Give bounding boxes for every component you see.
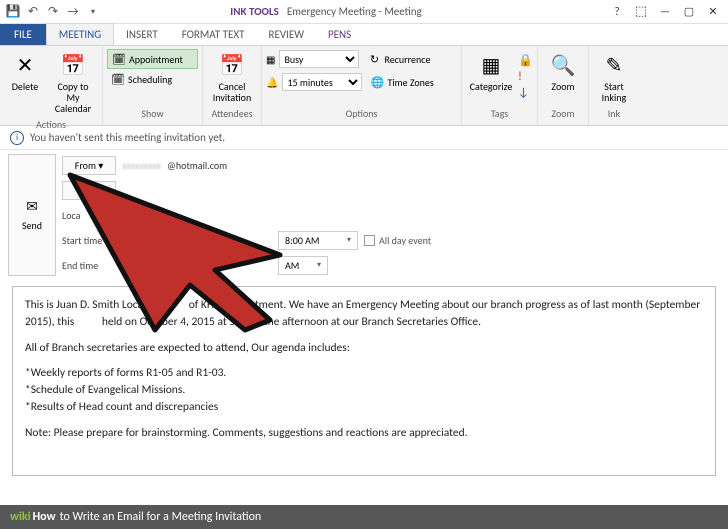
options-group: ▦ Busy ↻Recurrence 🔔 15 minutes 🌐Time Zo… (262, 46, 462, 125)
start-inking-button[interactable]: ✎ Start Inking (593, 49, 635, 105)
attendees-group-label: Attendees (207, 105, 257, 122)
minimize-icon[interactable]: — (654, 1, 676, 23)
time-zones-button[interactable]: 🌐Time Zones (366, 72, 437, 92)
ribbon: ✕ Delete 📅 Copy to My Calendar Actions 🗓… (0, 46, 728, 126)
end-time-label: End time (62, 259, 116, 272)
appointment-button[interactable]: 🗓 Appointment (107, 49, 198, 69)
private-icon[interactable]: 🔒 (518, 53, 533, 68)
forward-icon[interactable]: → (64, 3, 82, 21)
globe-icon: 🌐 (370, 75, 384, 89)
scheduling-icon: 🗓 (111, 72, 125, 86)
show-group-label: Show (107, 105, 198, 122)
from-button[interactable]: From ▾ (62, 156, 116, 175)
document-title: Emergency Meeting - Meeting (287, 5, 422, 18)
cancel-icon: 📅 (218, 51, 246, 79)
ink-group-label: Ink (593, 105, 635, 122)
to-button[interactable]: . (62, 181, 116, 200)
tags-group-label: Tags (466, 105, 533, 122)
qat-more-icon[interactable]: ▾ (84, 3, 102, 21)
file-tab[interactable]: FILE (0, 24, 46, 45)
recurrence-icon: ↻ (367, 52, 381, 66)
scheduling-button[interactable]: 🗓 Scheduling (107, 69, 198, 89)
pens-tab[interactable]: PENS (316, 24, 363, 45)
actions-group: ✕ Delete 📅 Copy to My Calendar Actions (0, 46, 103, 125)
location-label: Loca (62, 209, 116, 222)
start-time-label: Start time (62, 234, 116, 247)
window-title: INK TOOLS Emergency Meeting - Meeting (106, 5, 546, 18)
from-value: xxxxxxxxx (122, 159, 161, 172)
zoom-group-label: Zoom (542, 105, 584, 122)
ink-tools-label: INK TOOLS (230, 5, 279, 18)
categorize-button[interactable]: ▦ Categorize (466, 49, 516, 94)
wikihow-caption: wikiHow to Write an Email for a Meeting … (0, 505, 728, 529)
body-paragraph: *Weekly reports of forms R1-05 and R1-03… (25, 365, 703, 417)
attendees-group: 📅 Cancel Invitation Attendees (203, 46, 262, 125)
title-bar: 💾 ↶ ↷ → ▾ INK TOOLS Emergency Meeting - … (0, 0, 728, 24)
info-bar: i You haven't sent this meeting invitati… (0, 126, 728, 150)
ink-group: ✎ Start Inking Ink (589, 46, 639, 125)
close-icon[interactable]: ✕ (702, 1, 724, 23)
checkbox-icon (364, 235, 375, 246)
calendar-copy-icon: 📅 (59, 51, 87, 79)
caption-text: to Write an Email for a Meeting Invitati… (60, 510, 262, 524)
reminder-icon: 🔔 (266, 76, 278, 89)
maximize-icon[interactable]: ▢ (678, 1, 700, 23)
info-text: You haven't sent this meeting invitation… (30, 131, 225, 144)
body-paragraph: This is Juan D. Smith Local Sexxxxxxof K… (25, 297, 703, 332)
send-icon: ✉ (26, 198, 38, 215)
start-time-select[interactable]: 8:00 AM (278, 231, 358, 250)
insert-tab[interactable]: INSERT (114, 24, 170, 45)
delete-button[interactable]: ✕ Delete (4, 49, 46, 94)
low-importance-icon[interactable]: ↓ (518, 86, 533, 100)
show-as-icon: ▦ (266, 53, 275, 66)
copy-to-calendar-button[interactable]: 📅 Copy to My Calendar (48, 49, 98, 116)
wiki-logo-text: wiki (10, 510, 31, 524)
undo-icon[interactable]: ↶ (24, 3, 42, 21)
ribbon-display-icon[interactable]: ⬚ (630, 1, 652, 23)
meeting-tab[interactable]: MEETING (46, 23, 114, 45)
body-paragraph: Note: Please prepare for brainstorming. … (25, 425, 703, 442)
delete-icon: ✕ (11, 51, 39, 79)
review-tab[interactable]: REVIEW (256, 24, 316, 45)
ribbon-tabs: FILE MEETING INSERT FORMAT TEXT REVIEW P… (0, 24, 728, 46)
pen-icon: ✎ (600, 51, 628, 79)
appointment-icon: 🗓 (112, 52, 126, 66)
end-time-select[interactable]: AM (278, 256, 328, 275)
zoom-icon: 🔍 (549, 51, 577, 79)
recurrence-button[interactable]: ↻Recurrence (363, 49, 434, 69)
tags-group: ▦ Categorize 🔒 ! ↓ Tags (462, 46, 538, 125)
save-icon[interactable]: 💾 (4, 3, 22, 21)
options-group-label: Options (266, 105, 457, 122)
zoom-button[interactable]: 🔍 Zoom (542, 49, 584, 94)
send-button[interactable]: ✉ Send (8, 154, 56, 276)
help-icon[interactable]: ? (606, 1, 628, 23)
compose-header: ✉ Send From ▾ xxxxxxxxx@hotmail.com . Lo… (0, 150, 728, 280)
info-icon: i (10, 131, 24, 145)
cancel-invitation-button[interactable]: 📅 Cancel Invitation (207, 49, 257, 105)
message-body[interactable]: This is Juan D. Smith Local Sexxxxxxof K… (12, 286, 716, 476)
reminder-select[interactable]: 15 minutes (282, 73, 362, 91)
high-importance-icon[interactable]: ! (518, 70, 533, 84)
zoom-group: 🔍 Zoom Zoom (538, 46, 589, 125)
show-group: 🗓 Appointment 🗓 Scheduling Show (103, 46, 203, 125)
body-paragraph: All of Branch secretaries are expected t… (25, 340, 703, 357)
window-controls: ? ⬚ — ▢ ✕ (606, 1, 728, 23)
format-text-tab[interactable]: FORMAT TEXT (170, 24, 257, 45)
quick-access-toolbar: 💾 ↶ ↷ → ▾ (0, 3, 106, 21)
redo-icon[interactable]: ↷ (44, 3, 62, 21)
how-logo-text: How (33, 510, 56, 524)
all-day-checkbox[interactable]: All day event (364, 234, 431, 247)
categorize-icon: ▦ (477, 51, 505, 79)
show-as-select[interactable]: Busy (279, 50, 359, 68)
